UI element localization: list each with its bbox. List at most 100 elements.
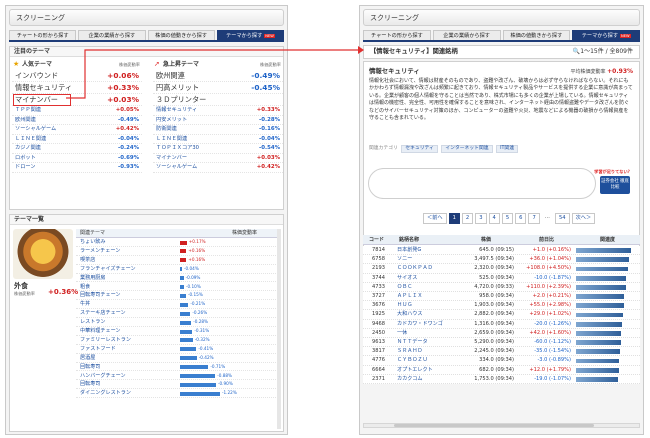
theme-list-item[interactable]: フランチャイズチェーン -0.04% [76, 265, 280, 274]
theme-name[interactable]: マイナンバー [156, 155, 187, 161]
theme-row[interactable]: ソーシャルゲーム +0.42% [12, 125, 142, 135]
stock-name[interactable]: ＨＵＧ [397, 301, 412, 310]
broker-compare-button[interactable]: 証券会社 徹底比較 [600, 176, 630, 195]
category-name[interactable]: 外食 [14, 282, 28, 290]
stock-row[interactable]: 2450 一休 2,659.0 (09:34) +42.0 (+1.60%) [363, 328, 640, 338]
scrollbar-thumb[interactable] [394, 424, 594, 427]
theme-list-item-name[interactable]: ダイニングレストラン [80, 389, 131, 398]
theme-name[interactable]: 防衛関連 [156, 126, 177, 132]
theme-list-item[interactable]: 牛丼 -0.21% [76, 300, 280, 310]
stock-row[interactable]: 9613 ＮＴＴデータ 5,290.0 (09:34) -60.0 (-1.12%) [363, 338, 640, 348]
theme-row[interactable]: 情報セキュリティ +0.33% [153, 106, 283, 116]
theme-list-item[interactable]: ダイニングレストラン -1.22% [76, 389, 280, 399]
theme-list-item[interactable]: 粗食 -0.10% [76, 283, 280, 292]
stock-name[interactable]: 一休 [397, 329, 407, 338]
theme-list-item[interactable]: 回転寿司 -0.90% [76, 380, 280, 390]
stock-row[interactable]: 2371 カカクコム 1,753.0 (09:34) -19.0 (-1.07%) [363, 374, 640, 384]
theme-name[interactable]: ドローン [15, 164, 36, 170]
theme-list-item[interactable]: 回転寿司チェーン -0.15% [76, 291, 280, 301]
broker-compare-promo[interactable]: 学習が足りてない？ 証券会社 徹底比較 [592, 169, 634, 199]
tab-earnings[interactable]: 企業の業績から探す [432, 30, 501, 40]
stock-row[interactable]: 6758 ソニー 3,497.5 (09:34) +36.0 (+1.04%) [363, 255, 640, 265]
stock-row[interactable]: 4733 ＯＢＣ 4,720.0 (09:33) +110.0 (+2.39%) [363, 282, 640, 292]
theme-name[interactable]: カジノ関連 [15, 145, 41, 151]
theme-row[interactable]: ＴＯＰＩＸコア30 -0.54% [153, 144, 283, 154]
page-3[interactable]: 3 [475, 213, 487, 224]
theme-name[interactable]: ＴＯＰＩＸコア30 [156, 145, 199, 151]
col-code-header[interactable]: コード [369, 235, 384, 245]
theme-list-item-name[interactable]: 牛丼 [80, 300, 90, 309]
theme-list-item-name[interactable]: ラーメンチェーン [80, 247, 120, 256]
theme-list-item-name[interactable]: 中華料理チェーン [80, 327, 121, 336]
theme-list-item-name[interactable]: ステーキ店チェーン [80, 309, 126, 318]
theme-name[interactable]: ＬＩＮＥ関連 [15, 136, 46, 142]
theme-list-item[interactable]: レストラン -0.28% [76, 318, 280, 327]
stock-row[interactable]: 1925 大和ハウス 2,882.0 (09:34) +29.0 (+1.02%) [363, 310, 640, 320]
theme-row[interactable]: ３Ｄプリンター [153, 94, 283, 106]
tab-themes[interactable]: テーマから探す NEW [572, 30, 640, 40]
stock-name[interactable]: サイオス [397, 274, 417, 283]
theme-row[interactable]: ドローン -0.93% [12, 163, 142, 173]
stock-name[interactable]: カドカワ・ドワンゴ [397, 320, 443, 329]
theme-name[interactable]: 円高メリット [156, 83, 199, 92]
col-price-header[interactable]: 株価 [481, 235, 491, 245]
page-5[interactable]: 5 [501, 213, 514, 224]
stock-name[interactable]: ＯＢＣ [397, 283, 412, 292]
theme-row[interactable]: ソーシャルゲーム +0.42% [153, 163, 283, 173]
theme-row[interactable]: ＬＩＮＥ関連 -0.04% [153, 135, 283, 144]
tab-price-movement[interactable]: 株価の値動きから探す [502, 30, 571, 40]
page-1[interactable]: 1 [448, 213, 460, 224]
theme-list-item-name[interactable]: 喫茶店 [80, 256, 95, 265]
stock-name[interactable]: ＣＹＢＯＺＵ [397, 356, 428, 365]
theme-name[interactable]: 円安メリット [156, 117, 187, 123]
stock-name[interactable]: ＡＰＬＩＸ [397, 292, 422, 301]
col-change-header[interactable]: 前日比 [539, 235, 554, 245]
col-name-header[interactable]: 銘柄名称 [399, 235, 419, 245]
theme-name[interactable]: 欧州関連 [156, 71, 185, 80]
page-last[interactable]: 54 [554, 213, 570, 224]
stock-row[interactable]: 7814 日本創発G 645.0 (09:15) +1.0 (+0.16%) [363, 246, 640, 256]
theme-name[interactable]: インバウンド [15, 71, 58, 80]
stock-name[interactable]: ＣＯＯＫＰＡＤ [397, 264, 433, 273]
theme-list-item[interactable]: 回転寿司 -0.71% [76, 363, 280, 372]
theme-list-item-name[interactable]: レストラン [80, 318, 105, 327]
theme-name[interactable]: ＬＩＮＥ関連 [156, 136, 187, 142]
theme-name[interactable]: ソーシャルゲーム [156, 164, 197, 170]
theme-name[interactable]: ＴＰＰ関連 [15, 107, 41, 113]
theme-list-item-name[interactable]: 粗食 [80, 283, 90, 292]
theme-name[interactable]: ３Ｄプリンター [156, 95, 206, 104]
page-6[interactable]: 6 [515, 213, 527, 224]
related-tag-it[interactable]: IT関連 [496, 145, 519, 153]
theme-list-item-name[interactable]: 回転寿司 [80, 363, 100, 372]
theme-name[interactable]: ロボット [15, 155, 36, 161]
stock-row[interactable]: 3744 サイオス 525.0 (09:34) -10.0 (-1.87%) [363, 273, 640, 283]
theme-row[interactable]: 円高メリット -0.45% [153, 82, 283, 94]
theme-list-item-name[interactable]: ちょい飲み [80, 238, 105, 247]
theme-list-item[interactable]: ハンバーグチェーン -0.88% [76, 372, 280, 381]
stock-name[interactable]: 日本創発G [397, 246, 421, 255]
theme-list-item[interactable]: ファミリーレストラン -0.32% [76, 336, 280, 345]
theme-row[interactable]: ＬＩＮＥ関連 -0.04% [12, 135, 142, 144]
theme-row[interactable]: ＴＰＰ関連 +0.05% [12, 106, 142, 116]
comment-input[interactable] [368, 168, 596, 199]
related-tag-security[interactable]: セキュリティ [401, 145, 438, 153]
stock-row[interactable]: 9468 カドカワ・ドワンゴ 1,316.0 (09:34) -20.0 (-1.26… [363, 319, 640, 329]
theme-list-item-name[interactable]: 回転寿司チェーン [80, 291, 121, 300]
stock-row[interactable]: 3727 ＡＰＬＩＸ 958.0 (09:34) +2.0 (+0.21%) [363, 292, 640, 302]
theme-list-item[interactable]: 中華料理チェーン -0.31% [76, 327, 280, 336]
theme-name[interactable]: 情報セキュリティ [15, 83, 72, 92]
stock-name[interactable]: オプトエレクト [397, 366, 433, 375]
stock-name[interactable]: 大和ハウス [397, 310, 422, 319]
theme-row[interactable]: 欧州関連 -0.49% [12, 116, 142, 125]
theme-row[interactable]: 情報セキュリティ +0.33% [12, 82, 142, 94]
stock-row[interactable]: 4776 ＣＹＢＯＺＵ 334.0 (09:34) -3.0 (-0.89%) [363, 356, 640, 366]
theme-row[interactable]: ロボット -0.69% [12, 154, 142, 163]
stock-name[interactable]: ＳＲＡＨＤ [397, 347, 422, 356]
horizontal-scrollbar[interactable] [363, 423, 640, 428]
theme-list-item[interactable]: ちょい飲み +0.17% [76, 238, 280, 247]
theme-row[interactable]: 円安メリット -0.28% [153, 116, 283, 125]
theme-list-item-name[interactable]: ファストフード [80, 345, 116, 354]
theme-list-item[interactable]: 居酒屋 -0.42% [76, 354, 280, 363]
stock-name[interactable]: ソニー [397, 255, 412, 264]
theme-name[interactable]: ソーシャルゲーム [15, 126, 56, 132]
